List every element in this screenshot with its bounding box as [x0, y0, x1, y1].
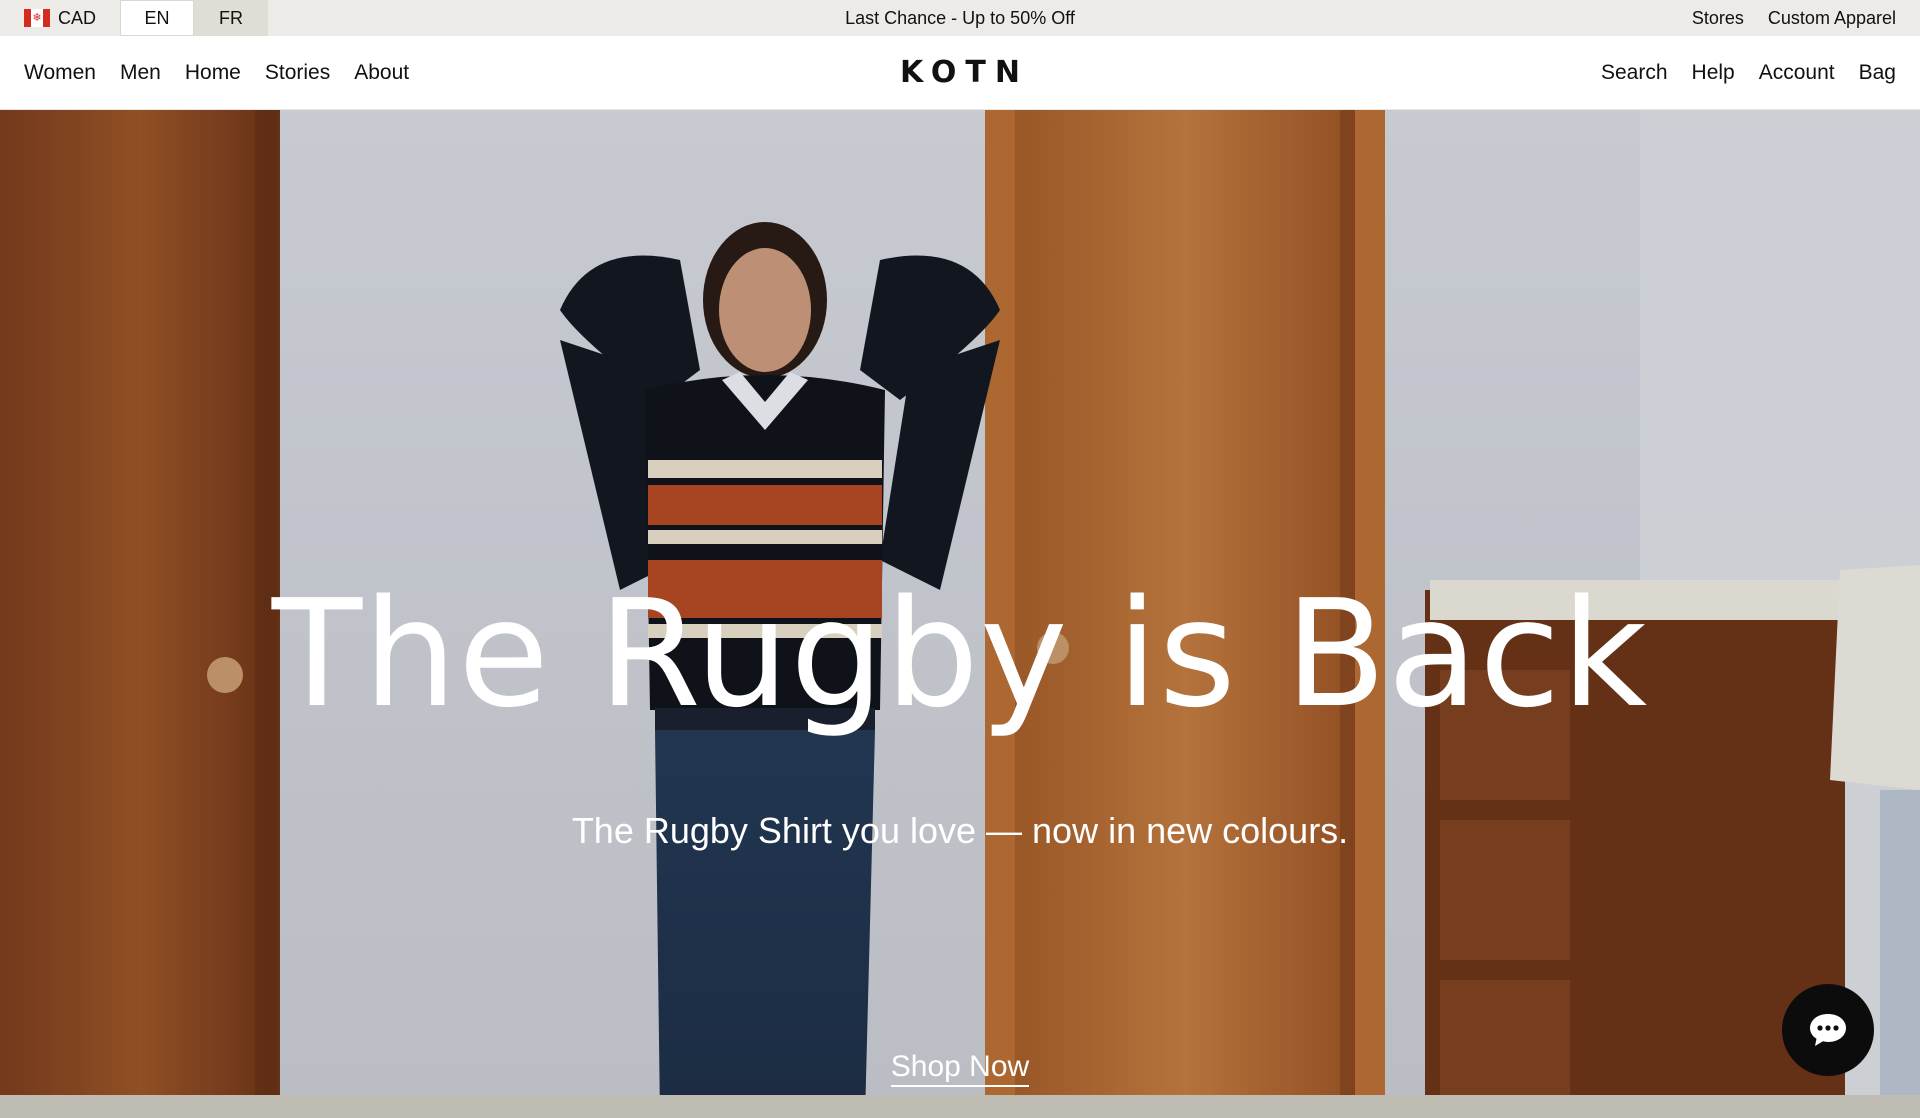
hero-banner[interactable]: The Rugby is Back The Rugby Shirt you lo… — [0, 110, 1920, 1118]
currency-selector[interactable]: ❄ CAD — [0, 0, 120, 36]
stores-link[interactable]: Stores — [1692, 8, 1744, 29]
hero-cta-wrap: Shop Now — [0, 1050, 1920, 1087]
announcement-bar: ❄ CAD EN FR Last Chance - Up to 50% Off … — [0, 0, 1920, 36]
nav-account[interactable]: Account — [1759, 61, 1835, 85]
nav-home[interactable]: Home — [185, 61, 241, 85]
main-nav: Women Men Home Stories About KOTN Search… — [0, 36, 1920, 110]
secondary-nav: Search Help Account Bag — [1601, 61, 1896, 85]
language-fr[interactable]: FR — [194, 0, 269, 36]
promo-link[interactable]: Last Chance - Up to 50% Off — [845, 8, 1075, 28]
primary-nav: Women Men Home Stories About — [0, 61, 409, 85]
shop-now-button[interactable]: Shop Now — [890, 1050, 1030, 1087]
nav-men[interactable]: Men — [120, 61, 161, 85]
language-en[interactable]: EN — [120, 0, 195, 36]
custom-apparel-link[interactable]: Custom Apparel — [1768, 8, 1896, 29]
utility-links: Stores Custom Apparel — [1692, 0, 1896, 36]
hero-headline: The Rugby is Back — [271, 568, 1649, 740]
chat-bubble-icon — [1810, 1014, 1846, 1046]
hero-subheadline: The Rugby Shirt you love — now in new co… — [571, 810, 1349, 851]
promo-message: Last Chance - Up to 50% Off — [0, 0, 1920, 36]
nav-search[interactable]: Search — [1601, 61, 1668, 85]
nav-help[interactable]: Help — [1692, 61, 1735, 85]
nav-stories[interactable]: Stories — [265, 61, 330, 85]
nav-about[interactable]: About — [354, 61, 409, 85]
currency-label: CAD — [58, 7, 97, 28]
chat-button[interactable] — [1782, 984, 1874, 1076]
locale-selector: ❄ CAD EN FR — [0, 0, 269, 36]
nav-women[interactable]: Women — [24, 61, 96, 85]
canada-flag-icon: ❄ — [24, 9, 50, 27]
brand-logo[interactable]: KOTN — [891, 55, 1029, 90]
nav-bag[interactable]: Bag — [1859, 61, 1896, 85]
